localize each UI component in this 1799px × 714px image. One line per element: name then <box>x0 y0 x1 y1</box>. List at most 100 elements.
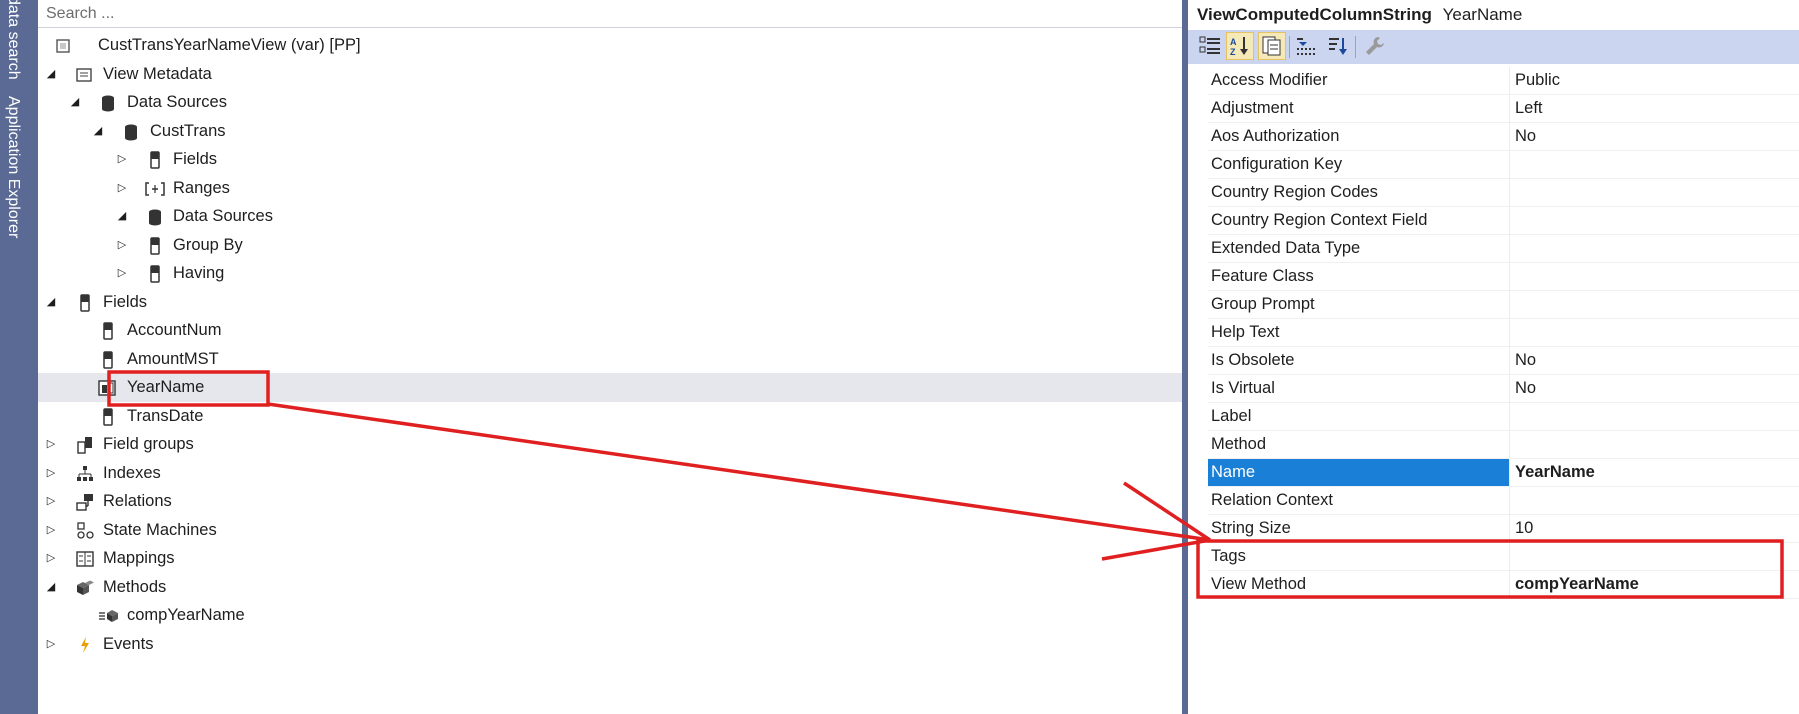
tree-item-label: Data Sources <box>127 93 227 111</box>
properties-toolbar: AZ <box>1188 30 1799 64</box>
tree-root[interactable]: CustTransYearNameView (var) [PP] <box>38 31 1182 60</box>
collapse-icon[interactable]: ◢ <box>44 573 58 602</box>
tree-item-transdate[interactable]: TransDate <box>38 402 1182 431</box>
property-value[interactable]: 10 <box>1511 515 1799 542</box>
tree-item-group-by[interactable]: ▷ Group By <box>38 231 1182 260</box>
collapse-icon[interactable]: ◢ <box>44 288 58 317</box>
sort-az-icon: AZ <box>1230 37 1248 57</box>
tree-item-having[interactable]: ▷ Having <box>38 259 1182 288</box>
property-row-country-region-context-field[interactable]: Country Region Context Field <box>1208 207 1799 235</box>
alphabetical-button[interactable]: AZ <box>1226 32 1254 60</box>
property-value[interactable] <box>1511 207 1799 234</box>
side-tab-data-search[interactable]: data search <box>4 0 22 80</box>
collapse-icon[interactable]: ◢ <box>115 202 129 231</box>
property-name: Configuration Key <box>1208 151 1510 178</box>
expand-icon[interactable]: ▷ <box>115 145 129 174</box>
property-row-string-size[interactable]: String Size 10 <box>1208 515 1799 543</box>
collapse-icon[interactable]: ◢ <box>91 117 105 146</box>
property-pages-icon <box>1262 36 1281 56</box>
property-row-group-prompt[interactable]: Group Prompt <box>1208 291 1799 319</box>
tree-item-custtrans[interactable]: ◢ CustTrans <box>38 117 1182 146</box>
categorized-button[interactable] <box>1196 32 1224 60</box>
tree-item-indexes[interactable]: ▷ Indexes <box>38 459 1182 488</box>
property-row-tags[interactable]: Tags <box>1208 543 1799 571</box>
tree-item-ds-data-sources[interactable]: ◢ Data Sources <box>38 202 1182 231</box>
property-row-is-obsolete[interactable]: Is Obsolete No <box>1208 347 1799 375</box>
property-row-aos-authorization[interactable]: Aos Authorization No <box>1208 123 1799 151</box>
tree-item-fields[interactable]: ◢ Fields <box>38 288 1182 317</box>
property-value[interactable] <box>1511 431 1799 458</box>
property-row-feature-class[interactable]: Feature Class <box>1208 263 1799 291</box>
property-row-country-region-codes[interactable]: Country Region Codes <box>1208 179 1799 207</box>
field-icon <box>99 350 117 369</box>
tree-item-accountnum[interactable]: AccountNum <box>38 316 1182 345</box>
tree-item-ranges[interactable]: ▷ Ranges <box>38 174 1182 203</box>
element-tree: CustTransYearNameView (var) [PP] ◢ View … <box>38 31 1182 658</box>
tree-item-mappings[interactable]: ▷ Mappings <box>38 544 1182 573</box>
property-value[interactable]: Left <box>1511 95 1799 122</box>
property-value[interactable]: No <box>1511 123 1799 150</box>
property-row-extended-data-type[interactable]: Extended Data Type <box>1208 235 1799 263</box>
property-value[interactable]: No <box>1511 347 1799 374</box>
settings-button[interactable] <box>1360 32 1388 60</box>
property-name: Help Text <box>1208 319 1510 346</box>
expand-icon[interactable]: ▷ <box>115 231 129 260</box>
tree-item-events[interactable]: ▷ Events <box>38 630 1182 659</box>
property-row-access-modifier[interactable]: Access Modifier Public <box>1208 67 1799 95</box>
tree-item-relations[interactable]: ▷ Relations <box>38 487 1182 516</box>
property-value[interactable]: compYearName <box>1511 571 1799 598</box>
property-name: Country Region Codes <box>1208 179 1510 206</box>
state-machine-icon <box>76 521 94 540</box>
property-value[interactable]: No <box>1511 375 1799 402</box>
sort-button[interactable] <box>1324 32 1352 60</box>
property-value[interactable] <box>1511 319 1799 346</box>
tree-item-yearname[interactable]: YearName <box>38 373 1182 402</box>
property-row-adjustment[interactable]: Adjustment Left <box>1208 95 1799 123</box>
expand-icon[interactable]: ▷ <box>44 630 58 659</box>
expand-icon[interactable]: ▷ <box>44 516 58 545</box>
property-value[interactable] <box>1511 543 1799 570</box>
expand-icon[interactable]: ▷ <box>44 544 58 573</box>
property-value[interactable] <box>1511 179 1799 206</box>
property-row-is-virtual[interactable]: Is Virtual No <box>1208 375 1799 403</box>
field-icon <box>146 236 164 255</box>
property-pages-button[interactable] <box>1258 32 1286 60</box>
property-value[interactable] <box>1511 235 1799 262</box>
expand-icon[interactable]: ▷ <box>44 430 58 459</box>
property-row-view-method[interactable]: View Method compYearName <box>1208 571 1799 599</box>
property-row-configuration-key[interactable]: Configuration Key <box>1208 151 1799 179</box>
property-row-label[interactable]: Label <box>1208 403 1799 431</box>
property-row-method[interactable]: Method <box>1208 431 1799 459</box>
expand-icon[interactable]: ▷ <box>44 459 58 488</box>
property-row-help-text[interactable]: Help Text <box>1208 319 1799 347</box>
tree-item-view-metadata[interactable]: ◢ View Metadata <box>38 60 1182 89</box>
properties-object-name: YearName <box>1442 5 1523 24</box>
property-value[interactable] <box>1511 487 1799 514</box>
property-row-relation-context[interactable]: Relation Context <box>1208 487 1799 515</box>
collapse-all-button[interactable] <box>1292 32 1320 60</box>
svg-text:A: A <box>1230 37 1237 47</box>
tree-item-amountmst[interactable]: AmountMST <box>38 345 1182 374</box>
property-value[interactable] <box>1511 403 1799 430</box>
relation-icon <box>76 493 94 511</box>
property-value[interactable] <box>1511 151 1799 178</box>
property-value[interactable] <box>1511 291 1799 318</box>
expand-icon[interactable]: ▷ <box>115 174 129 203</box>
tree-item-field-groups[interactable]: ▷ Field groups <box>38 430 1182 459</box>
collapse-icon[interactable]: ◢ <box>44 60 58 89</box>
computed-field-icon <box>98 379 118 397</box>
property-value[interactable] <box>1511 263 1799 290</box>
tree-item-methods[interactable]: ◢ Methods <box>38 573 1182 602</box>
collapse-icon[interactable]: ◢ <box>68 88 82 117</box>
tree-item-ds-fields[interactable]: ▷ Fields <box>38 145 1182 174</box>
side-tab-application-explorer[interactable]: Application Explorer <box>4 96 22 238</box>
property-row-name[interactable]: Name YearName <box>1208 459 1799 487</box>
tree-item-data-sources[interactable]: ◢ Data Sources <box>38 88 1182 117</box>
tree-item-compyearname[interactable]: compYearName <box>38 601 1182 630</box>
property-value[interactable]: YearName <box>1511 459 1799 486</box>
expand-icon[interactable]: ▷ <box>115 259 129 288</box>
expand-icon[interactable]: ▷ <box>44 487 58 516</box>
search-input[interactable] <box>38 0 1182 27</box>
tree-item-state-machines[interactable]: ▷ State Machines <box>38 516 1182 545</box>
property-value[interactable]: Public <box>1511 67 1799 94</box>
